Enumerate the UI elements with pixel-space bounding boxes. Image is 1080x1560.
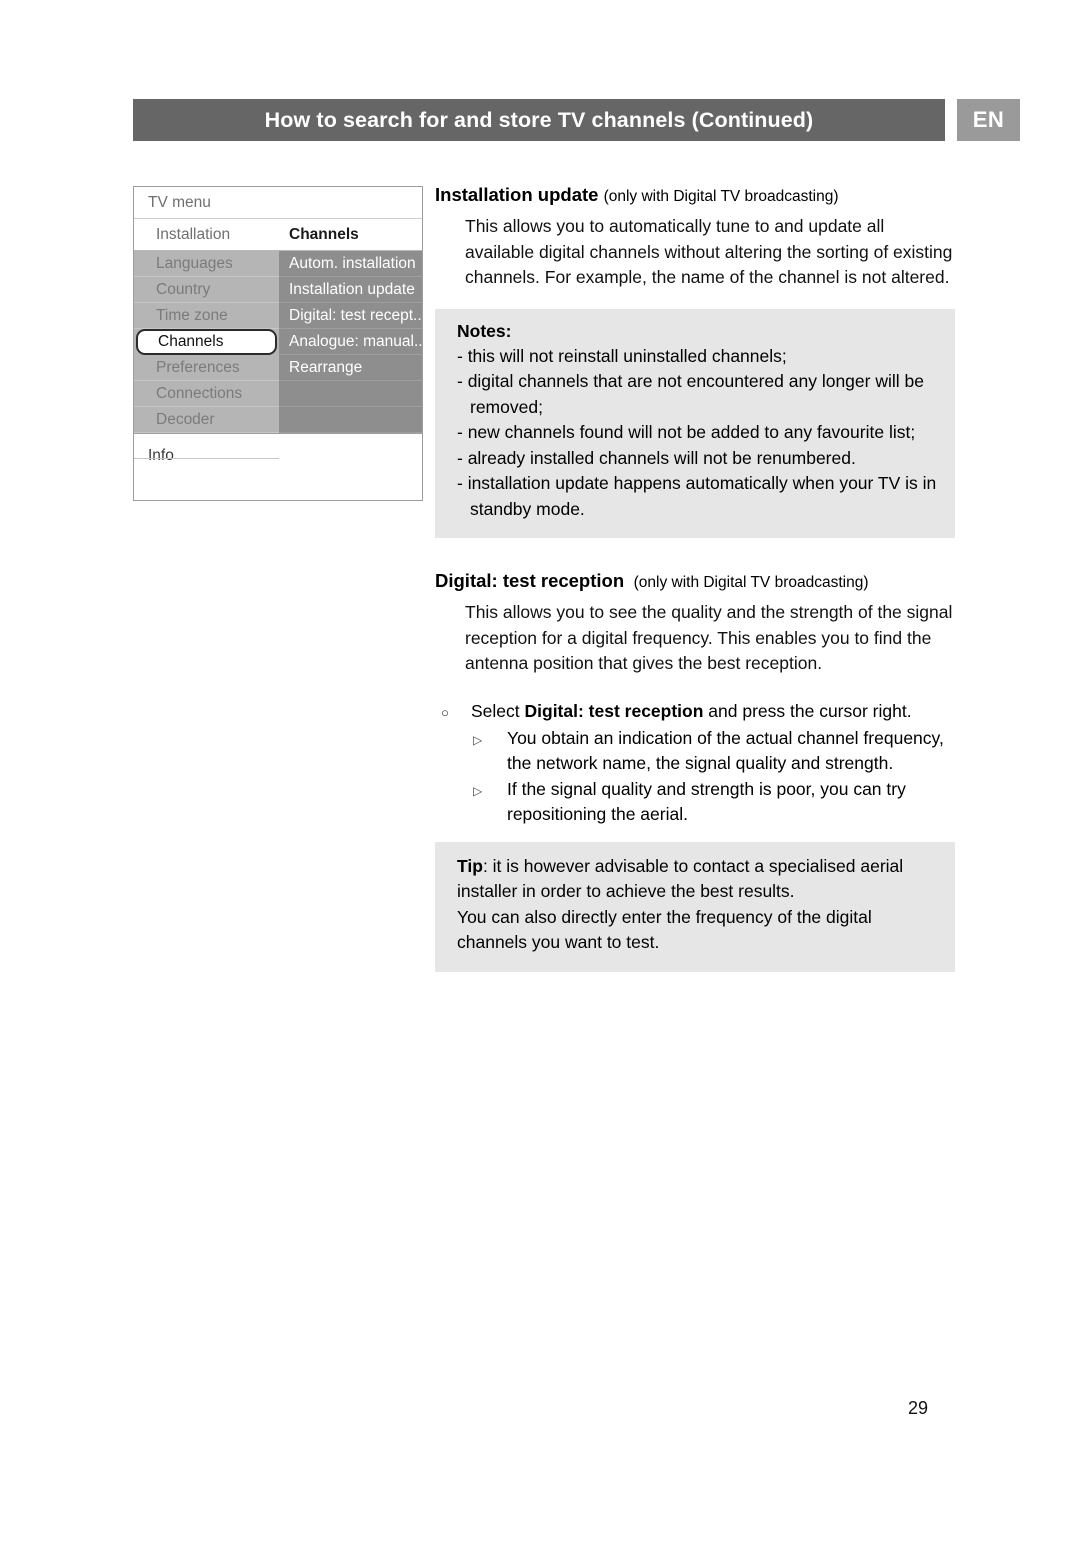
step-bold-term: Digital: test reception: [524, 700, 704, 721]
page-header: How to search for and store TV channels …: [133, 99, 1020, 141]
step-text: Select Digital: test reception and press…: [471, 699, 955, 726]
notes-heading: Notes:: [457, 321, 941, 342]
note-item: - this will not reinstall uninstalled ch…: [457, 345, 787, 366]
menu-item-decoder[interactable]: Decoder: [134, 407, 279, 433]
page-title: How to search for and store TV channels …: [264, 107, 814, 132]
tip-paragraph-2: You can also directly enter the frequenc…: [457, 906, 872, 953]
notes-colon: :: [505, 320, 512, 341]
tip-paragraph: Tip: it is however advisable to contact …: [457, 854, 941, 905]
substep-text: If the signal quality and strength is po…: [507, 778, 906, 825]
submenu-empty-row: .: [279, 407, 422, 433]
language-badge: EN: [957, 99, 1020, 141]
menu-item-channels[interactable]: Channels: [136, 329, 277, 355]
triangle-bullet-icon: ▷: [473, 783, 483, 798]
menu-item-languages[interactable]: Languages: [134, 251, 279, 277]
triangle-bullet-icon: ▷: [473, 732, 483, 747]
note-item: - digital channels that are not encounte…: [457, 371, 924, 417]
tip-label: Tip: [457, 855, 483, 876]
notes-box: Notes: - this will not reinstall uninsta…: [435, 308, 955, 538]
menu-item-connections[interactable]: Connections: [134, 381, 279, 407]
document-page: How to search for and store TV channels …: [0, 0, 1080, 1560]
submenu-item-installation-update[interactable]: Installation update: [279, 277, 422, 303]
tv-menu-breadcrumb: Installation Channels: [134, 219, 422, 251]
paragraph-installation-update: This allows you to automatically tune to…: [465, 216, 953, 287]
page-number: 29: [908, 1398, 929, 1418]
submenu-empty-row: .: [279, 381, 422, 407]
header-title-bar: How to search for and store TV channels …: [133, 99, 945, 141]
submenu-item-autom-installation[interactable]: Autom. installation: [279, 251, 422, 277]
tv-menu-left-column: Languages Country Time zone Channels Pre…: [134, 251, 279, 459]
note-item: - new channels found will not be added t…: [457, 422, 916, 442]
tip-box: Tip: it is however advisable to contact …: [435, 841, 955, 972]
step-select-digital-test-reception: ○ Select Digital: test reception and pre…: [435, 699, 955, 726]
step-suffix: and press the cursor right.: [703, 700, 912, 721]
procedure-steps: ○ Select Digital: test reception and pre…: [435, 699, 955, 828]
heading-text-installation-update: Installation update: [435, 184, 599, 205]
step-prefix: Select: [471, 700, 525, 721]
circle-bullet-icon: ○: [441, 704, 449, 720]
notes-label: Notes: [457, 320, 506, 341]
tv-menu-illustration: TV menu Installation Channels Languages …: [133, 186, 423, 501]
heading-qualifier-installation-update: (only with Digital TV broadcasting): [603, 188, 839, 205]
note-item: - already installed channels will not be…: [457, 447, 856, 468]
breadcrumb-channels: Channels: [289, 226, 359, 243]
heading-text-digital-test-reception: Digital: test reception: [435, 570, 625, 591]
article-column: Installation update (only with Digital T…: [435, 182, 955, 972]
menu-item-preferences[interactable]: Preferences: [134, 355, 279, 381]
menu-item-time-zone[interactable]: Time zone: [134, 303, 279, 329]
substep-reposition-aerial: ▷ If the signal quality and strength is …: [435, 777, 955, 828]
tv-menu-right-column: Autom. installation Installation update …: [279, 251, 422, 433]
tip-rest: : it is however advisable to contact a s…: [457, 855, 904, 902]
tv-menu-body: Languages Country Time zone Channels Pre…: [134, 251, 422, 459]
menu-item-country[interactable]: Country: [134, 277, 279, 303]
language-badge-label: EN: [972, 107, 1005, 132]
submenu-item-digital-test-reception[interactable]: Digital: test recept..: [279, 303, 422, 329]
breadcrumb-installation: Installation: [156, 226, 231, 243]
paragraph-digital-test-reception: This allows you to see the quality and t…: [465, 602, 953, 673]
menu-item-more[interactable]: ............: [134, 433, 279, 459]
heading-qualifier-digital-test-reception: (only with Digital TV broadcasting): [633, 574, 869, 591]
note-item: - installation update happens automatica…: [457, 473, 937, 519]
substep-text: You obtain an indication of the actual c…: [507, 727, 944, 774]
notes-list: - this will not reinstall uninstalled ch…: [457, 344, 941, 523]
section-heading-digital-test-reception: Digital: test reception (only with Digit…: [435, 568, 955, 596]
submenu-item-rearrange[interactable]: Rearrange: [279, 355, 422, 381]
tv-menu-title: TV menu: [134, 187, 422, 219]
section-heading-installation-update: Installation update (only with Digital T…: [435, 182, 955, 210]
substep-channel-frequency: ▷ You obtain an indication of the actual…: [435, 726, 955, 777]
submenu-item-analogue-manual[interactable]: Analogue: manual..: [279, 329, 422, 355]
